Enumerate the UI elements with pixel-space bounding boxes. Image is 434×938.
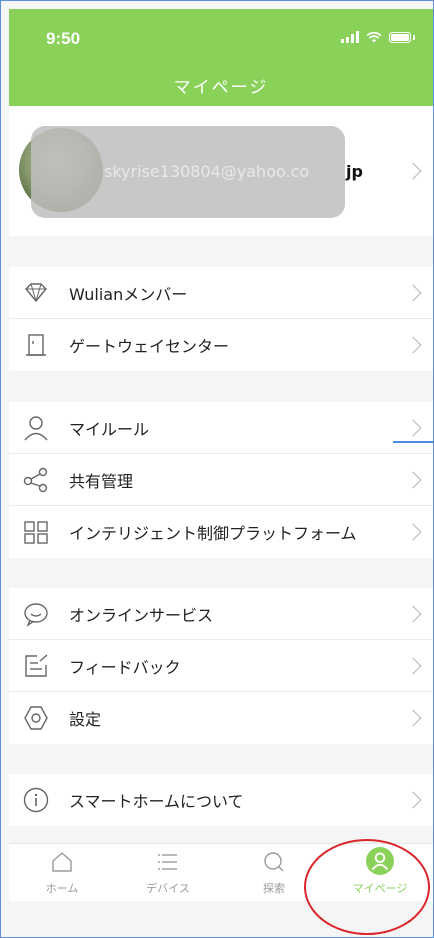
status-time: 9:50 [46, 29, 81, 48]
menu-item-intelligent-platform[interactable]: インテリジェント制御プラットフォーム [9, 506, 433, 558]
tab-devices[interactable]: デバイス [115, 844, 221, 901]
menu-group-membership: Wulianメンバー ゲートウェイセンター [9, 267, 433, 371]
gear-icon [24, 706, 48, 730]
annotation-highlight-circle [304, 839, 430, 935]
menu-item-settings[interactable]: 設定 [9, 692, 433, 744]
search-icon [264, 852, 284, 872]
menu-item-label: ゲートウェイセンター [69, 337, 230, 356]
profile-row[interactable]: skyrise130804@yahoo.co jp [9, 106, 433, 236]
chevron-right-icon [404, 471, 422, 489]
diamond-icon [25, 283, 47, 303]
chevron-right-icon [404, 162, 422, 180]
menu-group-about: スマートホームについて [9, 774, 433, 826]
feedback-icon [25, 654, 48, 677]
tab-label: デバイス [146, 882, 190, 895]
menu-group-support: オンラインサービス フィードバック 設定 [9, 588, 433, 744]
chevron-right-icon [404, 709, 422, 727]
chevron-right-icon [404, 419, 422, 437]
menu-item-wulian-member[interactable]: Wulianメンバー [9, 267, 433, 319]
door-icon [26, 334, 46, 356]
menu-group-rules: マイルール 共有管理 インテリジェント制御プラットフォーム [9, 402, 433, 558]
person-icon [24, 416, 48, 441]
info-icon [23, 787, 49, 813]
menu-item-label: フィードバック [69, 657, 181, 677]
menu-item-share-management[interactable]: 共有管理 [9, 454, 433, 506]
battery-icon [389, 31, 411, 43]
tab-label: ホーム [45, 882, 79, 895]
profile-email: skyrise130804@yahoo.co [104, 162, 310, 181]
chevron-right-icon [404, 605, 422, 623]
page-title: マイページ [173, 78, 269, 98]
menu-item-label: オンラインサービス [69, 605, 214, 625]
list-icon [158, 854, 177, 870]
chat-bubble-icon [24, 603, 48, 627]
menu-item-gateway-center[interactable]: ゲートウェイセンター [9, 319, 433, 371]
home-icon [52, 852, 72, 872]
underline-mark [393, 441, 433, 443]
chevron-right-icon [404, 336, 422, 354]
chevron-right-icon [404, 657, 422, 675]
chevron-right-icon [404, 791, 422, 809]
wifi-icon [366, 31, 382, 43]
tab-home[interactable]: ホーム [9, 844, 115, 901]
menu-item-my-rules[interactable]: マイルール [9, 402, 433, 454]
menu-item-online-service[interactable]: オンラインサービス [9, 588, 433, 640]
menu-item-label: インテリジェント制御プラットフォーム [69, 524, 357, 543]
app-header: 9:50 マイページ [9, 9, 433, 106]
battery-tip [413, 34, 415, 40]
grid-icon [24, 521, 48, 544]
menu-item-label: Wulianメンバー [69, 284, 188, 304]
chevron-right-icon [404, 284, 422, 302]
profile-email-tail: jp [346, 162, 363, 181]
signal-icon [341, 31, 359, 43]
share-icon [23, 467, 48, 493]
menu-item-label: 設定 [69, 710, 102, 729]
menu-item-label: マイルール [69, 419, 150, 439]
menu-item-about-smart-home[interactable]: スマートホームについて [9, 774, 433, 826]
menu-item-label: 共有管理 [69, 471, 134, 491]
status-icons [341, 31, 415, 43]
menu-item-feedback[interactable]: フィードバック [9, 640, 433, 692]
menu-item-label: スマートホームについて [69, 792, 244, 811]
chevron-right-icon [404, 523, 422, 541]
